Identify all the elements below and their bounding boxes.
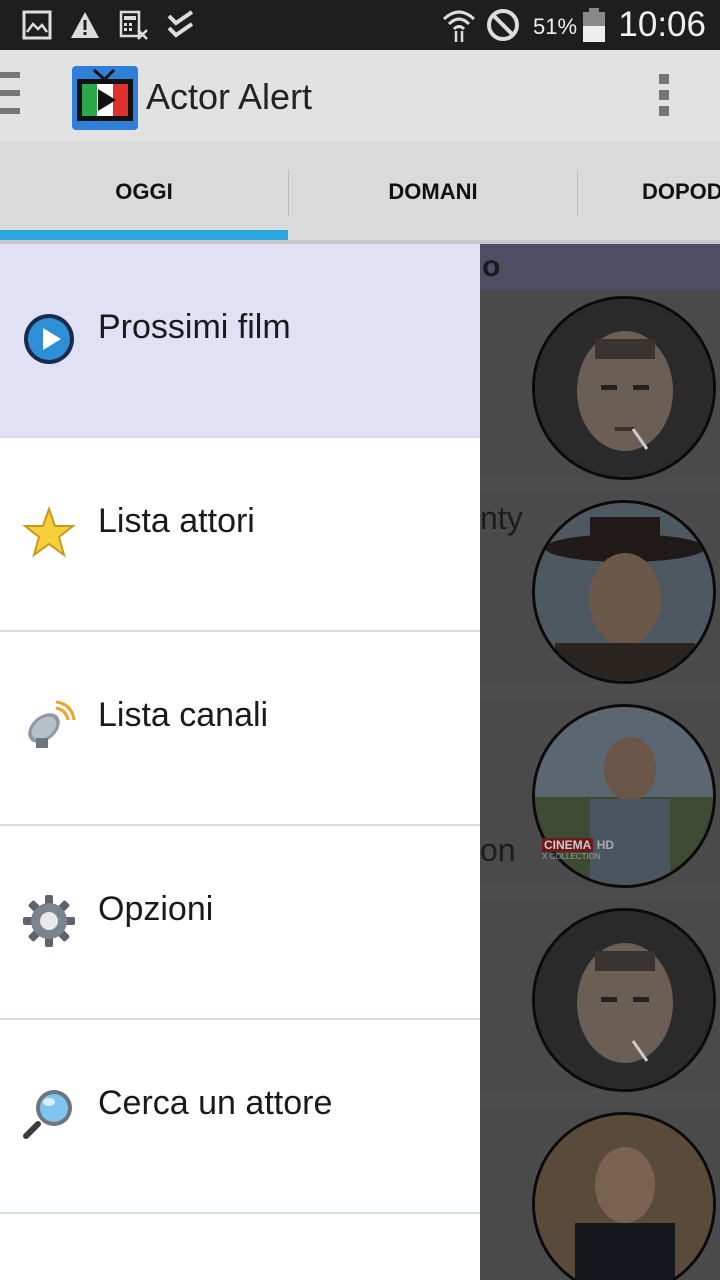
drawer-toggle-icon[interactable] xyxy=(0,72,22,132)
star-icon xyxy=(22,506,76,558)
list-item xyxy=(480,902,720,1092)
play-circle-icon xyxy=(24,314,74,364)
drawer-item-label: Opzioni xyxy=(98,890,214,928)
actor-avatar xyxy=(532,908,716,1092)
tab-domani[interactable]: DOMANI xyxy=(289,142,577,242)
overflow-menu-icon[interactable] xyxy=(652,74,676,122)
channel-badge: CINEMA xyxy=(542,838,594,852)
drawer-item-label: Lista attori xyxy=(98,502,255,540)
tab-oggi[interactable]: OGGI xyxy=(0,142,288,242)
battery-percent: 51% xyxy=(533,14,578,39)
list-item: nty xyxy=(480,494,720,684)
actor-avatar xyxy=(532,296,716,480)
list-item: on CINEMA HD X COLLECTION xyxy=(480,698,720,888)
task-done-icon xyxy=(167,10,194,38)
drawer-item-label: Lista canali xyxy=(98,696,269,734)
drawer-item-opzioni[interactable]: Opzioni xyxy=(0,826,480,1020)
do-not-disturb-icon xyxy=(487,9,519,41)
battery-icon xyxy=(583,8,605,42)
navigation-drawer: Prossimi film Lista attori Lista canali xyxy=(0,244,480,1280)
drawer-item-cerca-un-attore[interactable]: Cerca un attore xyxy=(0,1020,480,1214)
channel-subtitle: X COLLECTION xyxy=(542,852,601,861)
gear-icon xyxy=(23,895,75,947)
actor-avatar xyxy=(532,500,716,684)
list-item xyxy=(480,1106,720,1280)
movie-list-dimmed: o nty on CINEMA HD X COLLECTION xyxy=(480,244,720,1280)
drawer-item-prossimi-film[interactable]: Prossimi film xyxy=(0,244,480,438)
section-header: o xyxy=(480,244,720,290)
tab-dopodomani[interactable]: DOPOD xyxy=(578,142,720,242)
tab-bar: OGGI DOMANI DOPOD xyxy=(0,142,720,242)
list-item-title-fragment: on xyxy=(480,832,516,868)
calculator-off-icon xyxy=(119,10,148,40)
gallery-icon xyxy=(22,10,52,40)
drawer-item-lista-canali[interactable]: Lista canali xyxy=(0,632,480,826)
list-item-title-fragment: nty xyxy=(480,500,523,536)
warning-icon xyxy=(71,12,99,38)
channel-watermark: CINEMA HD X COLLECTION xyxy=(542,838,614,861)
clock: 10:06 xyxy=(618,5,706,44)
app-logo[interactable] xyxy=(72,66,138,130)
app-title: Actor Alert xyxy=(146,76,313,117)
status-bar: 51% 10:06 xyxy=(0,0,720,50)
satellite-dish-icon xyxy=(28,700,76,748)
drawer-item-label: Prossimi film xyxy=(98,308,291,346)
list-item xyxy=(480,290,720,480)
drawer-item-label: Cerca un attore xyxy=(98,1084,333,1122)
magnifier-icon xyxy=(23,1090,72,1139)
wifi-icon xyxy=(442,10,476,42)
tab-indicator xyxy=(0,230,288,240)
drawer-item-lista-attori[interactable]: Lista attori xyxy=(0,438,480,632)
channel-badge-hd: HD xyxy=(596,838,615,852)
actor-avatar xyxy=(532,1112,716,1280)
